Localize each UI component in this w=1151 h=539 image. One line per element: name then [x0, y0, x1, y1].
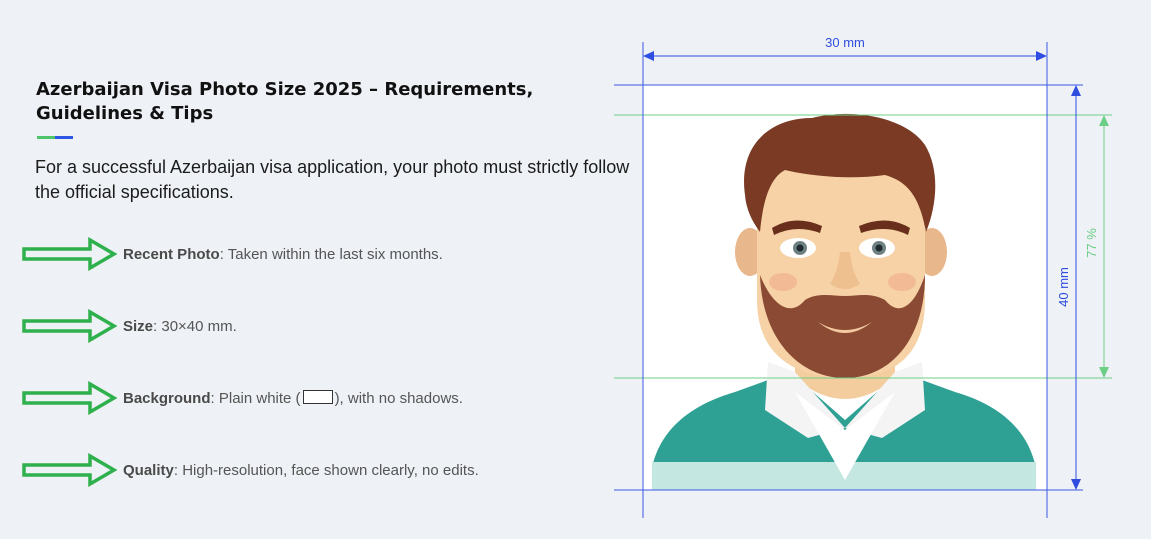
person-avatar-illustration [652, 113, 1036, 490]
requirement-detail: : High-resolution, face shown clearly, n… [173, 461, 479, 479]
requirement-detail-after: ), with no shadows. [334, 389, 463, 407]
white-swatch-icon [302, 389, 333, 404]
requirement-text: Recent Photo: Taken within the last six … [123, 246, 443, 263]
width-label: 30 mm [825, 35, 865, 50]
requirement-text: Background: Plain white ( ), with no shad… [123, 389, 463, 407]
page-title: Azerbaijan Visa Photo Size 2025 – Requir… [36, 79, 534, 124]
underline-green-segment [37, 136, 55, 139]
head-ratio-arrowhead-top [1099, 115, 1109, 126]
photo-frame [643, 85, 1047, 490]
requirement-text: Size: 30×40 mm. [123, 318, 237, 335]
right-arrow-icon [22, 381, 118, 415]
requirement-quality: Quality: High-resolution, face shown cle… [22, 453, 582, 487]
requirement-detail: : 30×40 mm. [153, 317, 237, 335]
requirement-recent-photo: Recent Photo: Taken within the last six … [22, 237, 582, 271]
underline-blue-segment [55, 136, 73, 139]
right-arrow-icon [22, 453, 118, 487]
requirement-label: Quality [123, 461, 174, 479]
head-ratio-arrowhead-bottom [1099, 367, 1109, 378]
requirement-label: Size [123, 317, 154, 335]
requirement-background: Background: Plain white ( ), with no shad… [22, 381, 582, 415]
requirement-size: Size: 30×40 mm. [22, 309, 582, 343]
requirement-detail-before: : Plain white ( [210, 389, 301, 407]
right-arrow-icon [22, 309, 118, 343]
width-arrowhead-right [1036, 51, 1047, 61]
title-underline [37, 136, 73, 139]
requirement-text: Quality: High-resolution, face shown cle… [123, 462, 479, 479]
intro-text: For a successful Azerbaijan visa applica… [35, 157, 630, 202]
height-arrowhead-top [1071, 85, 1081, 96]
height-arrowhead-bottom [1071, 479, 1081, 490]
requirement-detail: : Taken within the last six months. [219, 245, 443, 263]
width-arrowhead-left [643, 51, 654, 61]
height-label: 40 mm [1056, 267, 1071, 307]
head-ratio-label: 77 % [1084, 228, 1099, 258]
requirement-label: Recent Photo [123, 245, 220, 263]
right-arrow-icon [22, 237, 118, 271]
requirement-label: Background [123, 389, 211, 407]
